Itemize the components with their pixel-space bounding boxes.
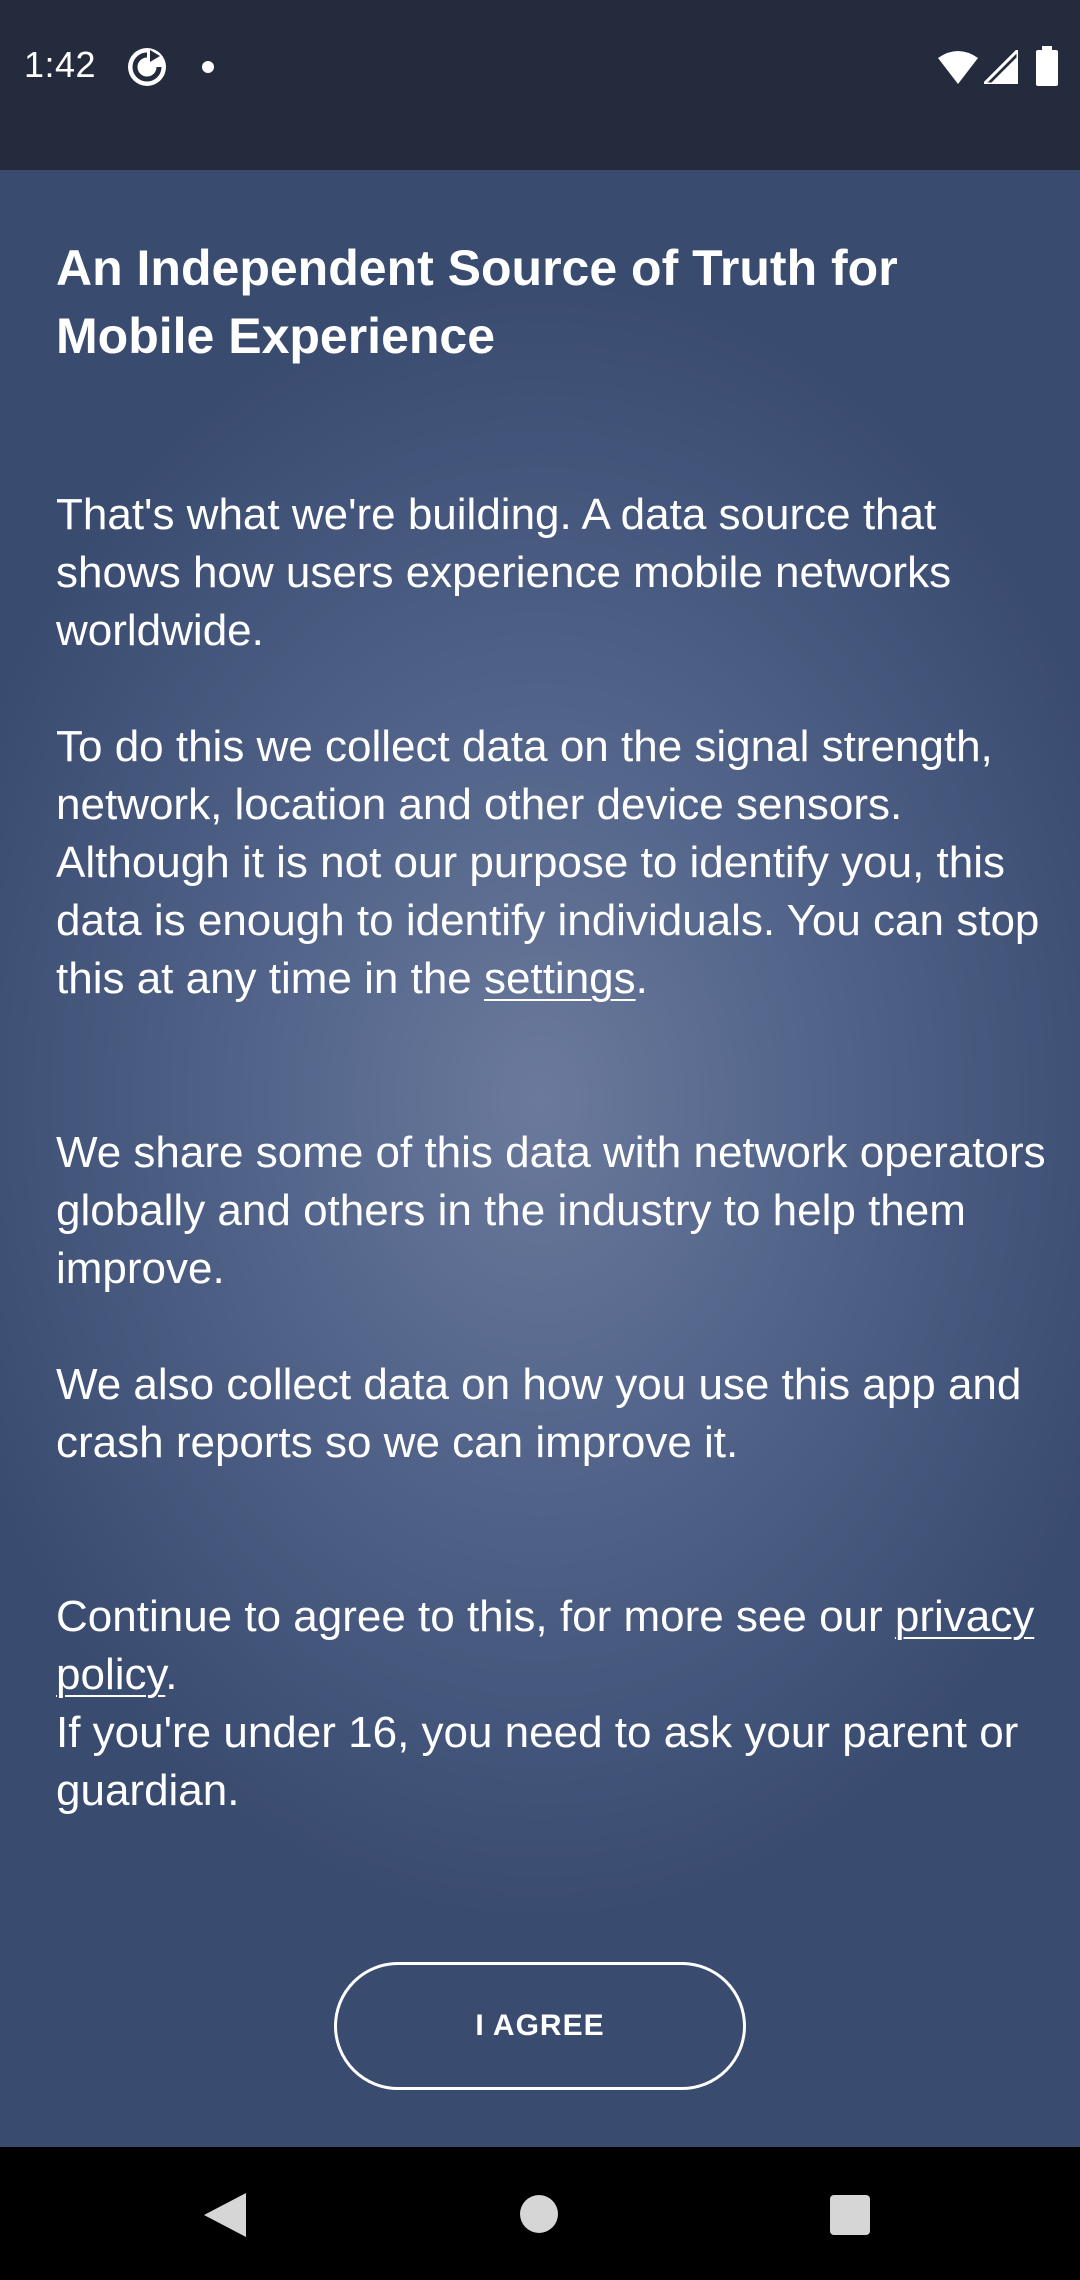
- agreement-line: Continue to agree to this, for more see …: [56, 1588, 1046, 1704]
- wifi-icon: [938, 51, 978, 84]
- status-bar: 1:42: [0, 0, 1080, 170]
- page-title: An Independent Source of Truth for Mobil…: [56, 240, 898, 364]
- navigation-bar: [0, 2147, 1080, 2280]
- recents-icon[interactable]: [830, 2195, 870, 2235]
- consent-screen: An Independent Source of Truth for Mobil…: [0, 170, 1080, 2147]
- agreement-text: Continue to agree to this, for more see …: [56, 1592, 895, 1641]
- usage-data-paragraph: We also collect data on how you use this…: [56, 1360, 1022, 1467]
- notification-dot-icon: [202, 61, 214, 73]
- agreement-paragraph: Continue to agree to this, for more see …: [56, 1588, 1046, 1820]
- signal-icon: [984, 50, 1018, 84]
- battery-icon: [1036, 46, 1058, 86]
- home-icon[interactable]: [520, 2195, 558, 2233]
- back-icon[interactable]: [204, 2193, 246, 2237]
- status-time: 1:42: [24, 44, 97, 85]
- age-notice: If you're under 16, you need to ask your…: [56, 1708, 1019, 1815]
- data-collection-end: .: [635, 954, 648, 1003]
- screen: 1:42 An Independent Source of Truth for …: [0, 0, 1080, 2280]
- app-sync-icon: [128, 48, 166, 86]
- data-collection-paragraph: To do this we collect data on the signal…: [56, 718, 1046, 1008]
- agreement-end: .: [165, 1650, 178, 1699]
- settings-link[interactable]: settings: [484, 954, 636, 1003]
- intro-paragraph: That's what we're building. A data sourc…: [56, 490, 952, 655]
- data-sharing-paragraph: We share some of this data with network …: [56, 1128, 1046, 1293]
- agree-button[interactable]: I AGREE: [334, 1962, 746, 2090]
